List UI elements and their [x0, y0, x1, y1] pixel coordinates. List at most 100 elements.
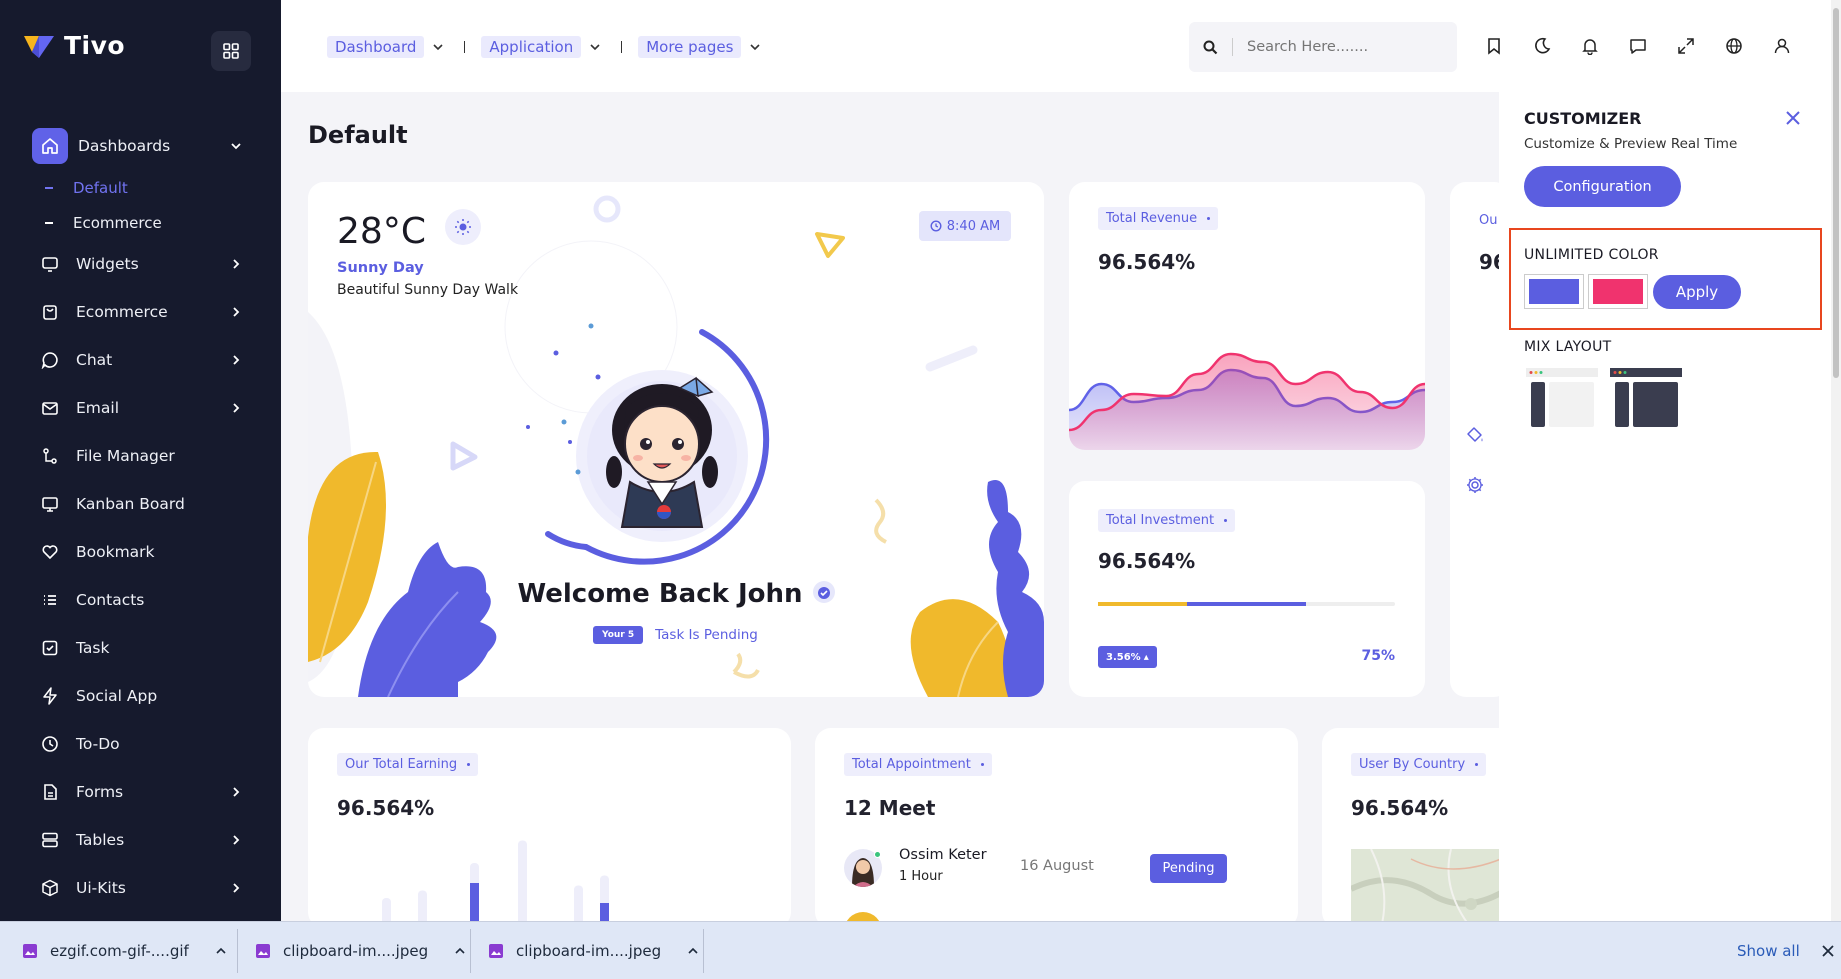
welcome-greeting: Welcome Back John: [308, 579, 1044, 609]
user-by-country-card: User By Country 96.564%: [1322, 728, 1522, 928]
chevron-up-icon[interactable]: [687, 945, 699, 957]
sidebar-item-label: Chat: [76, 351, 113, 369]
appointment-status-badge[interactable]: Pending: [1150, 854, 1227, 883]
appointment-value: 12 Meet: [844, 796, 936, 820]
close-icon[interactable]: [1783, 108, 1803, 128]
arrow-up-icon: ▴: [1143, 651, 1149, 663]
header-nav-dashboard[interactable]: Dashboard: [327, 36, 444, 58]
sidebar-item-label: Widgets: [76, 255, 139, 273]
primary-color-swatch[interactable]: [1524, 274, 1584, 309]
sidebar-subitem-default[interactable]: Default: [0, 170, 281, 205]
sidebar-item-kanban-board[interactable]: Kanban Board: [0, 480, 281, 528]
card-label: Total Appointment: [844, 753, 992, 776]
sidebar-item-contacts[interactable]: Contacts: [0, 576, 281, 624]
close-icon[interactable]: [1821, 944, 1835, 958]
top-header: Dashboard Application More pages: [281, 0, 1841, 92]
sidebar-item-ui-kits[interactable]: Ui-Kits: [0, 864, 281, 912]
apps-grid-button[interactable]: [211, 31, 251, 71]
revenue-area-chart: [1069, 352, 1425, 450]
downloads-bar: ezgif.com-gif-....gif clipboard-im....jp…: [0, 921, 1841, 979]
search-icon[interactable]: [1189, 38, 1233, 56]
sidebar-item-chat[interactable]: Chat: [0, 336, 281, 384]
tivo-logo-icon: [24, 36, 54, 58]
image-file-icon: [489, 944, 503, 958]
verified-icon: [812, 580, 835, 603]
sidebar-item-widgets[interactable]: Widgets: [0, 240, 281, 288]
investment-percent: 75%: [1361, 648, 1395, 664]
country-map[interactable]: [1351, 849, 1522, 928]
sidebar-item-label: Ecommerce: [76, 303, 168, 321]
investment-value: 96.564%: [1098, 549, 1196, 573]
chevron-right-icon: [233, 259, 240, 269]
sidebar-item-label: Kanban Board: [76, 495, 185, 513]
sidebar-item-file-manager[interactable]: File Manager: [0, 432, 281, 480]
clock-icon: [40, 734, 60, 754]
list-icon: [40, 590, 60, 610]
header-nav-application[interactable]: Application: [481, 36, 601, 58]
appointment-date: 16 August: [1020, 858, 1094, 874]
revenue-value: 96.564%: [1098, 250, 1196, 274]
chevron-right-icon: [233, 835, 240, 845]
expand-icon[interactable]: [1674, 34, 1697, 57]
sidebar-item-label: File Manager: [76, 447, 175, 465]
sidebar-subitem-label: Ecommerce: [73, 213, 162, 232]
online-dot: [874, 851, 881, 858]
message-icon[interactable]: [1626, 34, 1649, 57]
chevron-up-icon[interactable]: [215, 945, 227, 957]
mix-layout-label: MIX LAYOUT: [1524, 339, 1612, 355]
light-layout-option[interactable]: [1526, 368, 1598, 430]
sidebar-item-task[interactable]: Task: [0, 624, 281, 672]
sidebar-item-label: Ui-Kits: [76, 879, 126, 897]
sidebar-item-ecommerce[interactable]: Ecommerce: [0, 288, 281, 336]
sidebar-item-to-do[interactable]: To-Do: [0, 720, 281, 768]
weather-condition: Sunny Day: [337, 260, 424, 276]
header-icons: [1482, 34, 1793, 57]
dark-layout-option[interactable]: [1610, 368, 1682, 430]
sidebar-item-label: Dashboards: [78, 137, 171, 155]
download-item[interactable]: ezgif.com-gif-....gif: [22, 929, 238, 973]
sidebar-item-label: Task: [76, 639, 110, 657]
sidebar-item-label: Social App: [76, 687, 158, 705]
chevron-up-icon[interactable]: [454, 945, 466, 957]
table-icon: [40, 830, 60, 850]
download-item[interactable]: clipboard-im....jpeg: [488, 929, 704, 973]
sidebar-item-label: Bookmark: [76, 543, 155, 561]
moon-icon[interactable]: [1530, 34, 1553, 57]
bookmark-icon[interactable]: [1482, 34, 1505, 57]
search-input[interactable]: [1247, 39, 1437, 55]
clock-icon: [930, 220, 942, 232]
download-item[interactable]: clipboard-im....jpeg: [255, 929, 471, 973]
globe-icon[interactable]: [1722, 34, 1745, 57]
check-square-icon: [40, 638, 60, 658]
settings-icon[interactable]: [1465, 475, 1485, 499]
sidebar-item-tables[interactable]: Tables: [0, 816, 281, 864]
apply-button[interactable]: Apply: [1653, 275, 1741, 309]
widgets-icon: [40, 254, 60, 274]
secondary-color-swatch[interactable]: [1588, 274, 1648, 309]
card-label: Our Total Earning: [337, 753, 479, 776]
sidebar-item-dashboards[interactable]: Dashboards: [0, 122, 281, 170]
card-label: Total Investment: [1098, 509, 1236, 532]
brand-name: Tivo: [64, 30, 126, 60]
sidebar-item-email[interactable]: Email: [0, 384, 281, 432]
logo[interactable]: Tivo: [22, 30, 125, 60]
paint-bucket-icon[interactable]: [1465, 425, 1485, 449]
sidebar-item-label: Contacts: [76, 591, 145, 609]
investment-progress: [1098, 602, 1395, 606]
sidebar-subitem-ecommerce[interactable]: Ecommerce: [0, 205, 281, 240]
user-icon[interactable]: [1770, 34, 1793, 57]
total-earning-card: Our Total Earning 96.564%: [308, 728, 791, 928]
appointment-row[interactable]: Ossim Keter 1 Hour 16 August Pending: [844, 847, 1274, 891]
page-scrollbar[interactable]: [1831, 0, 1841, 921]
sidebar-item-forms[interactable]: Forms: [0, 768, 281, 816]
floating-tools: [1451, 411, 1499, 510]
header-nav-more-pages[interactable]: More pages: [638, 36, 761, 58]
sidebar-item-social-app[interactable]: Social App: [0, 672, 281, 720]
configuration-button[interactable]: Configuration: [1524, 166, 1681, 207]
bell-icon[interactable]: [1578, 34, 1601, 57]
sidebar-item-bookmark[interactable]: Bookmark: [0, 528, 281, 576]
show-all-link[interactable]: Show all: [1737, 942, 1800, 960]
progress-blue: [1187, 602, 1306, 606]
task-pending-link[interactable]: Task Is Pending: [655, 627, 758, 643]
sidebar-item-label: Email: [76, 399, 120, 417]
